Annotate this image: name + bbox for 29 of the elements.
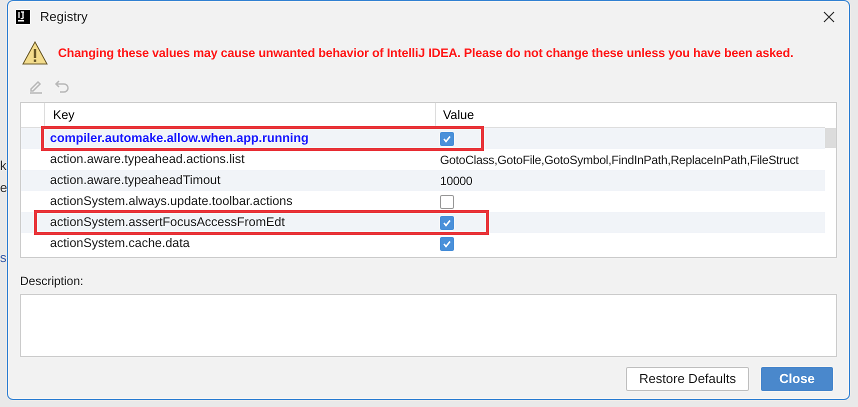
- checkbox[interactable]: [440, 194, 454, 208]
- table-cell-text: actionSystem.always.update.toolbar.actions: [49, 193, 294, 210]
- checkbox[interactable]: [440, 132, 454, 146]
- description-label: Description:: [20, 273, 84, 290]
- checkbox[interactable]: [440, 216, 454, 230]
- window-title: Registry: [40, 8, 88, 26]
- description-field[interactable]: [20, 294, 837, 357]
- background-text: k: [0, 157, 7, 175]
- table-cell-text: GotoClass,GotoFile,GotoSymbol,FindInPath,ReplaceInPath,FileStruct: [440, 152, 799, 168]
- column-header[interactable]: Key: [45, 103, 436, 127]
- close-button[interactable]: Close: [761, 367, 833, 391]
- table-cell-text: 10000: [440, 172, 472, 190]
- warning-message: Changing these values may cause unwanted behavior of IntelliJ IDEA. Please do not change these unless you have been asked.: [58, 44, 794, 62]
- column-header[interactable]: Value: [436, 103, 825, 127]
- restore-defaults-button[interactable]: Restore Defaults: [626, 367, 749, 391]
- table-cell-text: action.aware.typeaheadTimout: [49, 172, 222, 190]
- background-text: s: [0, 249, 7, 267]
- checkmark-icon: [442, 218, 452, 228]
- app-logo-icon: [16, 10, 30, 24]
- table-cell-text: action.aware.typeahead.actions.list: [49, 151, 246, 168]
- background-text: e: [0, 179, 7, 197]
- table-cell-text: actionSystem.assertFocusAccessFromEdt: [49, 214, 286, 232]
- close-icon: [823, 11, 835, 23]
- table-cell-text: compiler.automake.allow.when.app.running: [49, 130, 310, 148]
- checkmark-icon: [442, 134, 452, 144]
- checkmark-icon: [442, 238, 452, 248]
- table-cell-text: actionSystem.cache.data: [49, 235, 191, 252]
- checkbox[interactable]: [440, 236, 454, 250]
- warning-icon: [22, 41, 48, 65]
